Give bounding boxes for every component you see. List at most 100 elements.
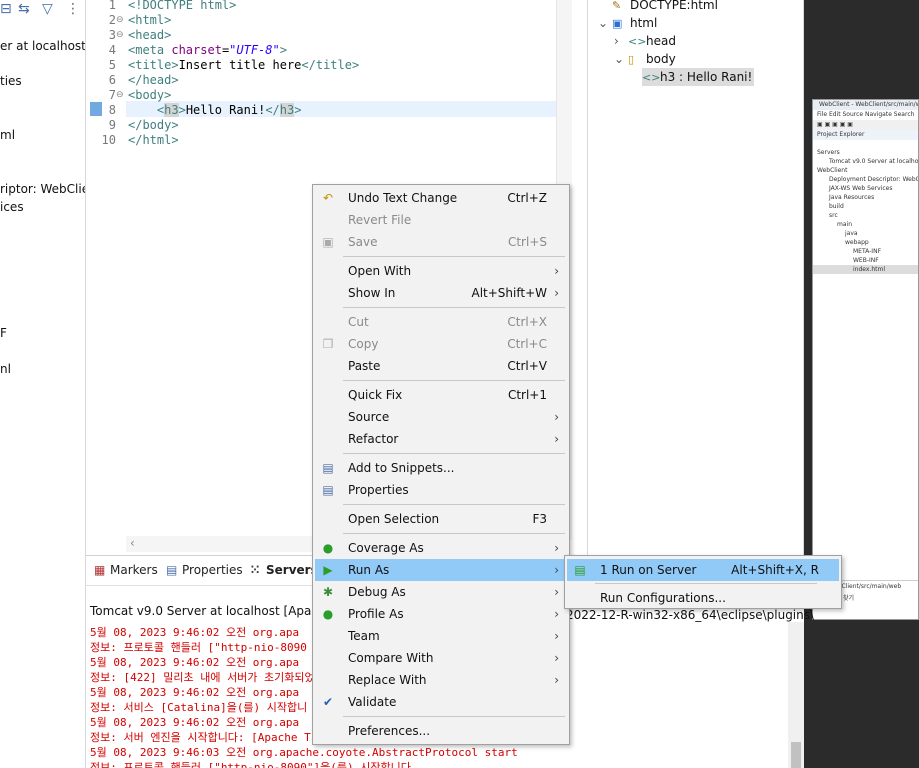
menu-item-preferences[interactable]: Preferences... [315,720,567,742]
submenu-arrow-icon: › [554,585,559,599]
menu-item-open-selection[interactable]: Open Selection F3 [315,508,567,530]
menu-label: Refactor [348,432,399,446]
fold-icon[interactable]: ⊖ [116,15,124,25]
properties-icon: ▤ [166,563,178,577]
chevron-down-icon[interactable]: ⌄ [598,14,612,32]
code-token: > [294,103,302,117]
submenu-arrow-icon: › [554,286,559,300]
menu-item-cut[interactable]: Cut Ctrl+X [315,311,567,333]
fold-icon[interactable]: ⊖ [116,90,124,100]
code-line: <!DOCTYPE html> [128,0,237,12]
run-as-submenu: ▤ 1 Run on Server Alt+Shift+X, R Run Confi… [564,555,842,609]
link-editor-icon[interactable]: ⇆ [18,1,30,17]
console-scrollbar[interactable] [788,622,804,768]
line-number: 10 [101,133,116,147]
code-line: <head> [128,28,172,42]
menu-item-quick-fix[interactable]: Quick Fix Ctrl+1 [315,384,567,406]
outline-item-label: html [630,16,658,30]
tab-markers[interactable]: ▦ Markers [94,563,158,577]
menu-item-compare-with[interactable]: Compare With › [315,647,567,669]
scrollbar-thumb[interactable] [791,742,801,768]
line-number: 8 [108,103,116,117]
filter-icon[interactable]: ▽ [42,1,53,17]
menu-separator [343,453,565,454]
body-icon: ▯ [628,53,635,66]
menu-item-team[interactable]: Team › [315,625,567,647]
menu-item-save[interactable]: ▣ Save Ctrl+S [315,231,567,253]
code-line: <title>Insert title here</title> [128,58,359,72]
menu-item-revert-file[interactable]: Revert File [315,209,567,231]
menu-shortcut: Ctrl+C [507,337,547,351]
menu-label: Open Selection [348,512,440,526]
thumbnail-tree-row: META-INF [853,248,882,255]
outline-item-doctype[interactable]: ✎ DOCTYPE:html [598,0,718,14]
tab-properties[interactable]: ▤ Properties [166,563,243,577]
chevron-down-icon[interactable]: ⌄ [614,50,628,68]
explorer-item[interactable]: ties [0,74,22,88]
menu-item-open-with[interactable]: Open With › [315,260,567,282]
properties-icon: ▤ [322,483,334,497]
thumbnail-tree-row: java [845,230,858,237]
undo-icon: ↶ [322,191,334,205]
menu-item-copy[interactable]: ❐ Copy Ctrl+C [315,333,567,355]
console-line: 정보: [422] 밀리초 내에 서버가 초기화되었 [90,671,315,684]
thumbnail-tree-row: WEB-INF [853,257,879,264]
collapse-all-icon[interactable]: ⊟ [0,1,12,17]
code-line: </head> [128,73,179,87]
menu-item-properties[interactable]: ▤ Properties [315,479,567,501]
line-number: 6 [108,73,116,87]
tab-servers[interactable]: ⁙ Servers [250,563,318,577]
submenu-item-run-configurations[interactable]: Run Configurations... [567,587,839,609]
line-number: 4 [108,43,116,57]
menu-item-profile-as[interactable]: ● Profile As › [315,603,567,625]
explorer-item[interactable]: ices [0,200,24,214]
window-thumbnail[interactable]: WebClient - WebClient/src/main/web File … [812,99,919,620]
menu-label: Debug As [348,585,406,599]
menu-shortcut: Ctrl+V [507,359,547,373]
menu-item-paste[interactable]: Paste Ctrl+V [315,355,567,377]
outline-item-head[interactable]: › <>head [614,32,676,50]
explorer-item[interactable]: ml [0,128,15,142]
thumbnail-tree-row: WebClient [817,167,848,174]
chevron-right-icon[interactable]: › [614,32,628,50]
outline-item-html[interactable]: ⌄ ▣ html [598,14,657,32]
explorer-item[interactable]: F [0,326,7,340]
menu-separator [343,380,565,381]
menu-item-coverage-as[interactable]: ● Coverage As › [315,537,567,559]
menu-item-replace-with[interactable]: Replace With › [315,669,567,691]
menu-shortcut: Alt+Shift+X, R [731,563,819,577]
code-token: </ [265,103,280,117]
outline-item-h3[interactable]: <>h3 : Hello Rani! [642,68,755,86]
submenu-arrow-icon: › [554,432,559,446]
console-line: 5월 08, 2023 9:46:03 오전 org.apache.coyote… [90,746,518,759]
menu-label: Open With [348,264,412,278]
view-menu-icon[interactable]: ⋮ [66,1,80,17]
outline-item-body[interactable]: ⌄ ▯ body [614,50,676,68]
menu-item-debug-as[interactable]: ✱ Debug As › [315,581,567,603]
thumbnail-tree-row: index.html [813,265,918,274]
menu-label: Replace With [348,673,427,687]
menu-label: Undo Text Change [348,191,458,205]
menu-item-show-in[interactable]: Show In Alt+Shift+W › [315,282,567,304]
fold-icon[interactable]: ⊖ [116,30,124,40]
menu-separator [343,504,565,505]
explorer-item[interactable]: riptor: WebClier [0,182,85,196]
menu-item-undo[interactable]: ↶ Undo Text Change Ctrl+Z [315,187,567,209]
scroll-left-icon[interactable]: ‹ [130,536,135,550]
menu-item-source[interactable]: Source › [315,406,567,428]
line-number: 7 [108,88,116,102]
submenu-item-run-on-server[interactable]: ▤ 1 Run on Server Alt+Shift+X, R [567,559,839,581]
console-path-fragment: 2022-12-R-win32-x86_64\eclipse\plugins\ [566,608,815,622]
menu-item-refactor[interactable]: Refactor › [315,428,567,450]
menu-shortcut: Ctrl+1 [507,388,547,402]
code-line: <body> [128,88,172,102]
console-line: 정보: 프로토콜 핸들러 ["http-nio-8090 [90,641,307,654]
menu-item-add-to-snippets[interactable]: ▤ Add to Snippets... [315,457,567,479]
menu-item-run-as[interactable]: ▶ Run As › [315,559,567,581]
explorer-item[interactable]: er at localhost-c [0,39,85,53]
tag-icon: <> [628,35,647,48]
tab-label: Markers [110,563,158,577]
explorer-item[interactable]: nl [0,362,11,376]
menu-item-validate[interactable]: ✔ Validate [315,691,567,713]
code-token: Insert title here [178,58,302,72]
